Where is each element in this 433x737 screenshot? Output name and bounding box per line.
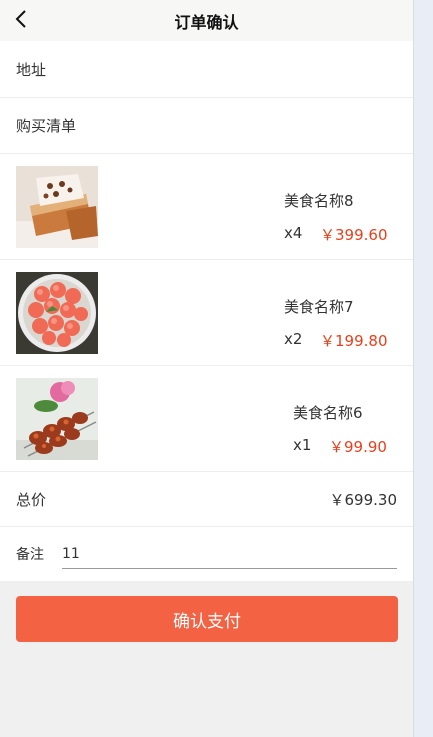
shopping-list-row: 购买清单 — [0, 98, 413, 154]
item-price: ￥99.90 — [329, 438, 387, 456]
order-item: 美食名称6 x1 ￥99.90 — [0, 366, 413, 472]
order-item: 美食名称7 x2 ￥199.80 — [0, 260, 413, 366]
total-row: 总价 ￥699.30 — [0, 472, 413, 527]
note-input[interactable] — [62, 539, 397, 569]
top-bar: 订单确认 — [0, 0, 413, 41]
item-quantity: x4 — [284, 224, 303, 242]
item-quantity: x2 — [284, 330, 303, 348]
total-label: 总价 — [16, 490, 47, 509]
address-label: 地址 — [16, 60, 47, 79]
note-row: 备注 — [0, 527, 413, 581]
phone-screen: 订单确认 地址 购买清单 美食名称8 x4 ￥399.60 美食名称7 x2 ￥… — [0, 0, 414, 737]
item-name: 美食名称6 — [293, 404, 363, 422]
note-label: 备注 — [16, 547, 44, 563]
chevron-left-icon — [15, 10, 26, 28]
address-row[interactable]: 地址 — [0, 41, 413, 98]
item-name: 美食名称7 — [284, 298, 354, 316]
shopping-list-label: 购买清单 — [16, 117, 77, 135]
item-quantity: x1 — [293, 436, 312, 454]
total-value: ￥699.30 — [329, 490, 398, 509]
order-content: 地址 购买清单 美食名称8 x4 ￥399.60 美食名称7 x2 ￥199.8… — [0, 41, 413, 581]
food-image-skewers — [16, 378, 98, 460]
back-button[interactable] — [6, 4, 36, 34]
confirm-pay-button[interactable]: 确认支付 — [16, 596, 398, 642]
food-image-melon — [16, 272, 98, 354]
item-name: 美食名称8 — [284, 192, 354, 210]
order-item: 美食名称8 x4 ￥399.60 — [0, 154, 413, 260]
item-price: ￥199.80 — [320, 332, 388, 350]
page-title: 订单确认 — [174, 12, 239, 32]
food-image-cake — [16, 166, 98, 248]
item-price: ￥399.60 — [320, 226, 388, 244]
